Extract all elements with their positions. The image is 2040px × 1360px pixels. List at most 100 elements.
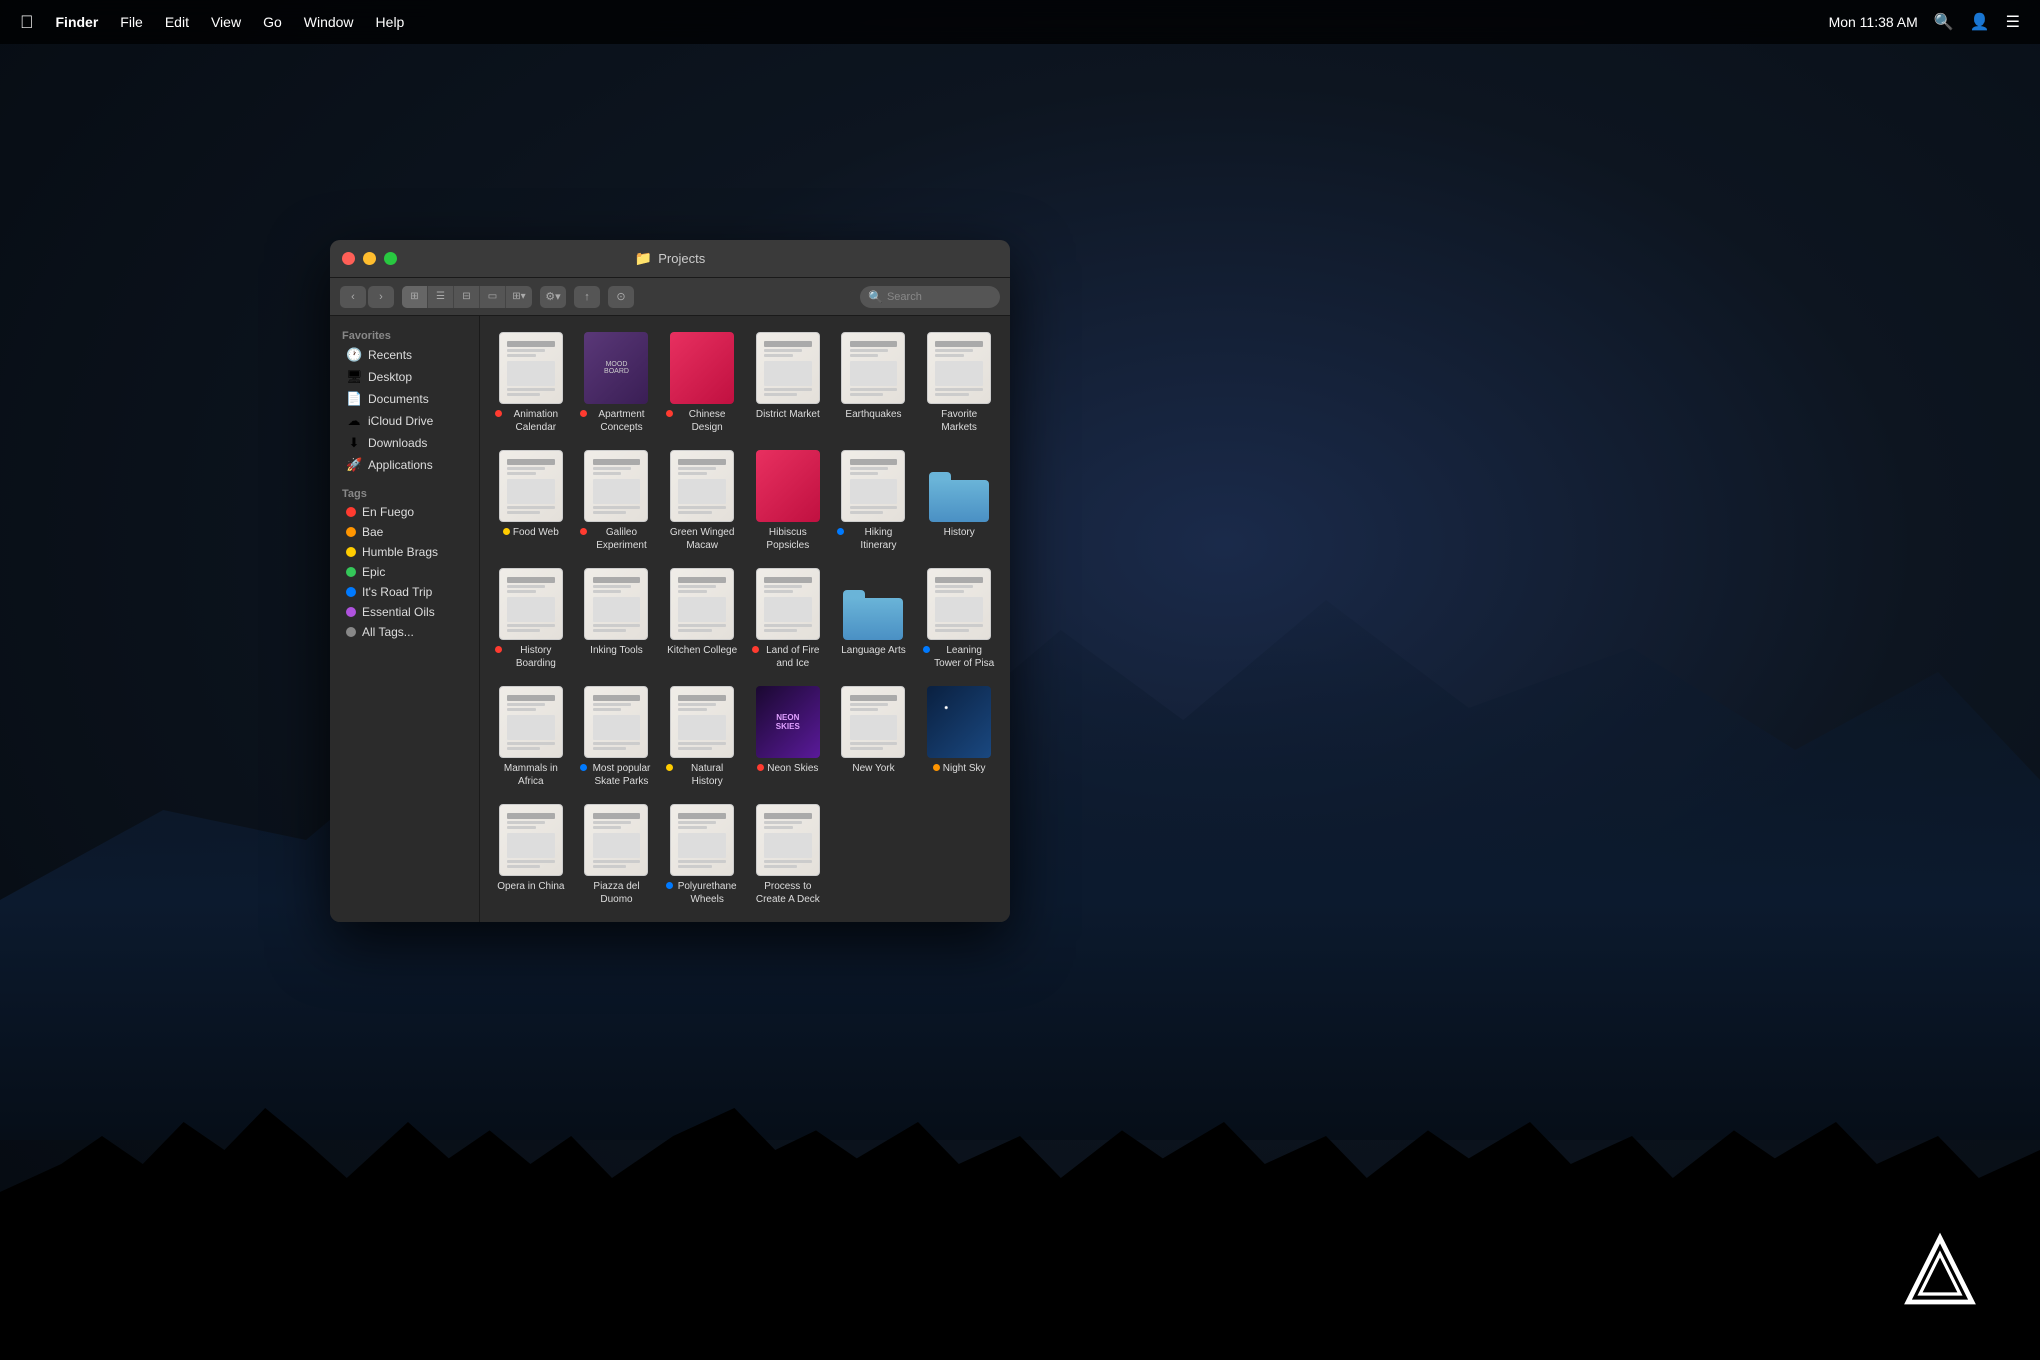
file-thumb-14 xyxy=(670,568,734,640)
file-item-13[interactable]: Inking Tools xyxy=(576,562,658,676)
file-name-14: Kitchen College xyxy=(667,644,737,657)
file-item-27[interactable]: Process to Create A Deck xyxy=(747,798,829,912)
file-item-25[interactable]: Piazza del Duomo xyxy=(576,798,658,912)
gallery-view-button[interactable]: ▭ xyxy=(480,286,506,308)
list-view-button[interactable]: ☰ xyxy=(428,286,454,308)
menu-extras-icon[interactable]: ☰ xyxy=(2006,12,2020,32)
file-item-21[interactable]: NEONSKIESNeon Skies xyxy=(747,680,829,794)
file-item-12[interactable]: History Boarding xyxy=(490,562,572,676)
file-name-text-3: District Market xyxy=(756,408,820,421)
title-folder-icon: 📁 xyxy=(635,250,652,267)
sidebar-tag-enfuego[interactable]: En Fuego xyxy=(334,502,475,522)
sidebar-item-applications[interactable]: 🚀 Applications xyxy=(334,454,475,476)
file-item-7[interactable]: Galileo Experiment xyxy=(576,444,658,558)
share-button[interactable]: ↑ xyxy=(574,286,600,308)
file-item-5[interactable]: Favorite Markets xyxy=(918,326,1000,440)
roadtrip-label: It's Road Trip xyxy=(362,585,432,599)
sidebar-tag-humblebrags[interactable]: Humble Brags xyxy=(334,542,475,562)
grid-options-button[interactable]: ⊞▾ xyxy=(506,286,532,308)
file-name-text-24: Opera in China xyxy=(497,880,564,893)
menu-window[interactable]: Window xyxy=(304,14,354,30)
file-name-text-7: Galileo Experiment xyxy=(590,526,652,552)
sidebar-tag-epic[interactable]: Epic xyxy=(334,562,475,582)
file-name-text-22: New York xyxy=(852,762,894,775)
action-button[interactable]: ⚙▾ xyxy=(540,286,566,308)
apple-menu[interactable]:  xyxy=(20,12,34,33)
file-name-text-26: Polyurethane Wheels xyxy=(676,880,738,906)
roadtrip-dot xyxy=(346,587,356,597)
file-thumb-12 xyxy=(499,568,563,640)
file-name-0: Animation Calendar xyxy=(495,408,567,434)
file-thumb-13 xyxy=(584,568,648,640)
file-thumb-27 xyxy=(756,804,820,876)
minimize-button[interactable] xyxy=(363,252,376,265)
file-item-10[interactable]: Hiking Itinerary xyxy=(833,444,915,558)
file-item-4[interactable]: Earthquakes xyxy=(833,326,915,440)
file-name-25: Piazza del Duomo xyxy=(580,880,652,906)
file-item-18[interactable]: Mammals in Africa xyxy=(490,680,572,794)
file-item-3[interactable]: District Market xyxy=(747,326,829,440)
file-item-0[interactable]: Animation Calendar xyxy=(490,326,572,440)
file-item-17[interactable]: Leaning Tower of Pisa xyxy=(918,562,1000,676)
file-item-9[interactable]: Hibiscus Popsicles xyxy=(747,444,829,558)
menu-help[interactable]: Help xyxy=(376,14,405,30)
sidebar-tag-essentialoils[interactable]: Essential Oils xyxy=(334,602,475,622)
close-button[interactable] xyxy=(342,252,355,265)
favorites-header: Favorites xyxy=(330,326,479,344)
file-name-text-9: Hibiscus Popsicles xyxy=(752,526,824,552)
file-name-24: Opera in China xyxy=(497,880,564,893)
file-item-11[interactable]: History xyxy=(918,444,1000,558)
sidebar-tag-bae[interactable]: Bae xyxy=(334,522,475,542)
user-icon[interactable]: 👤 xyxy=(1970,12,1990,32)
enfuego-dot xyxy=(346,507,356,517)
sidebar-item-downloads[interactable]: ⬇ Downloads xyxy=(334,432,475,454)
sidebar-item-documents[interactable]: 📄 Documents xyxy=(334,388,475,410)
menu-file[interactable]: File xyxy=(120,14,143,30)
file-name-20: Natural History xyxy=(666,762,738,788)
file-item-22[interactable]: New York xyxy=(833,680,915,794)
sidebar-tag-roadtrip[interactable]: It's Road Trip xyxy=(334,582,475,602)
file-name-15: Land of Fire and Ice xyxy=(752,644,824,670)
file-tag-dot-12 xyxy=(495,646,502,653)
menu-finder[interactable]: Finder xyxy=(56,14,99,30)
file-item-15[interactable]: Land of Fire and Ice xyxy=(747,562,829,676)
column-view-button[interactable]: ⊟ xyxy=(454,286,480,308)
file-item-1[interactable]: MOODBOARDApartment Concepts xyxy=(576,326,658,440)
sidebar-tag-alltags[interactable]: All Tags... xyxy=(334,622,475,642)
file-name-text-0: Animation Calendar xyxy=(505,408,567,434)
file-thumb-11 xyxy=(927,450,991,522)
file-item-19[interactable]: Most popular Skate Parks xyxy=(576,680,658,794)
menu-go[interactable]: Go xyxy=(263,14,282,30)
file-item-6[interactable]: Food Web xyxy=(490,444,572,558)
icon-view-button[interactable]: ⊞ xyxy=(402,286,428,308)
file-thumb-15 xyxy=(756,568,820,640)
forward-button[interactable]: › xyxy=(368,286,394,308)
main-content: Favorites 🕐 Recents 🖥 Desktop 📄 Document… xyxy=(330,316,1010,922)
sidebar-item-icloud[interactable]: ☁ iCloud Drive xyxy=(334,410,475,432)
file-tag-dot-0 xyxy=(495,410,502,417)
sidebar-item-recents[interactable]: 🕐 Recents xyxy=(334,344,475,366)
file-item-23[interactable]: Night Sky xyxy=(918,680,1000,794)
file-item-16[interactable]: Language Arts xyxy=(833,562,915,676)
file-name-11: History xyxy=(944,526,975,539)
file-item-20[interactable]: Natural History xyxy=(661,680,743,794)
search-icon[interactable]: 🔍 xyxy=(1934,12,1954,32)
file-item-14[interactable]: Kitchen College xyxy=(661,562,743,676)
applications-icon: 🚀 xyxy=(346,457,362,473)
tags-button[interactable]: ⊙ xyxy=(608,286,634,308)
back-button[interactable]: ‹ xyxy=(340,286,366,308)
file-thumb-19 xyxy=(584,686,648,758)
file-thumb-9 xyxy=(756,450,820,522)
search-box[interactable]: 🔍 Search xyxy=(860,286,1000,308)
file-item-26[interactable]: Polyurethane Wheels xyxy=(661,798,743,912)
file-item-8[interactable]: Green Winged Macaw xyxy=(661,444,743,558)
file-name-text-20: Natural History xyxy=(676,762,738,788)
file-item-2[interactable]: Chinese Design xyxy=(661,326,743,440)
file-name-19: Most popular Skate Parks xyxy=(580,762,652,788)
menu-view[interactable]: View xyxy=(211,14,241,30)
sidebar-item-desktop[interactable]: 🖥 Desktop xyxy=(334,366,475,388)
file-item-24[interactable]: Opera in China xyxy=(490,798,572,912)
maximize-button[interactable] xyxy=(384,252,397,265)
menu-edit[interactable]: Edit xyxy=(165,14,189,30)
file-thumb-17 xyxy=(927,568,991,640)
